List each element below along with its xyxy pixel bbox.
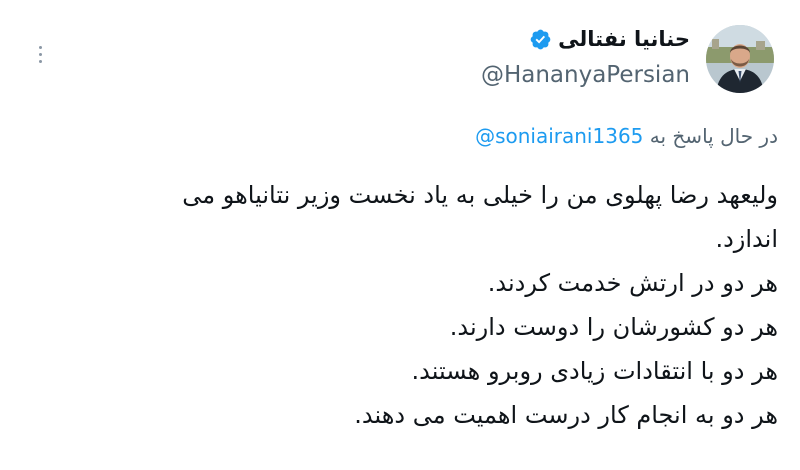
tweet-line: ولیعهد رضا پهلوی من را خیلی به یاد نخست … (182, 181, 778, 209)
tweet-line: هر دو کشورشان را دوست دارند. (449, 313, 778, 341)
more-options-icon[interactable] (26, 40, 54, 68)
tweet-line: هر دو به انجام کار درست اهمیت می دهند. (354, 401, 778, 429)
avatar[interactable] (706, 25, 774, 93)
verified-badge-icon (530, 29, 551, 49)
avatar-image (706, 25, 774, 93)
author-handle[interactable]: @HananyaPersian (481, 62, 690, 88)
reply-mention-link[interactable]: @soniairani1365 (475, 124, 643, 148)
reply-context: در حال پاسخ به @soniairani1365 (475, 124, 778, 148)
display-name[interactable]: حنانیا نفتالی (558, 27, 690, 51)
tweet-line: هر دو با انتقادات زیادی روبرو هستند. (411, 357, 778, 385)
tweet-card: حنانیا نفتالی @HananyaPersian در حال پاس… (0, 0, 800, 470)
author-name-row[interactable]: حنانیا نفتالی (529, 27, 690, 51)
reply-prefix: در حال پاسخ به (649, 124, 778, 148)
tweet-line: اندازد. (715, 225, 778, 253)
tweet-line: هر دو در ارتش خدمت کردند. (487, 269, 778, 297)
tweet-text: ولیعهد رضا پهلوی من را خیلی به یاد نخست … (18, 173, 778, 437)
